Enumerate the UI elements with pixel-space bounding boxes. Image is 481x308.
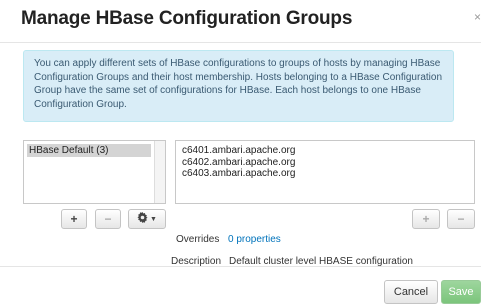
gear-icon xyxy=(137,212,148,226)
host-item[interactable]: c6401.ambari.apache.org xyxy=(182,145,468,157)
remove-group-button[interactable]: − xyxy=(95,209,121,229)
footer-divider xyxy=(0,266,481,267)
overrides-label: Overrides xyxy=(176,234,220,245)
config-group-list[interactable]: HBase Default (3) xyxy=(23,140,166,204)
chevron-down-icon: ▼ xyxy=(150,215,157,223)
save-button[interactable]: Save xyxy=(441,280,481,304)
config-group-item[interactable]: HBase Default (3) xyxy=(27,144,151,157)
add-group-button[interactable]: + xyxy=(61,209,87,229)
overrides-link[interactable]: 0 properties xyxy=(228,234,281,245)
host-item[interactable]: c6403.ambari.apache.org xyxy=(182,168,468,180)
host-item[interactable]: c6402.ambari.apache.org xyxy=(182,157,468,169)
add-host-button[interactable]: + xyxy=(412,209,440,229)
host-list[interactable]: c6401.ambari.apache.org c6402.ambari.apa… xyxy=(175,140,475,204)
remove-host-button[interactable]: − xyxy=(447,209,475,229)
header-divider xyxy=(0,42,481,43)
close-icon[interactable]: × xyxy=(474,10,481,24)
group-list-scrollbar[interactable] xyxy=(154,141,165,203)
info-alert: You can apply different sets of HBase co… xyxy=(23,50,454,122)
cancel-button[interactable]: Cancel xyxy=(384,280,438,304)
group-actions-button[interactable]: ▼ xyxy=(128,209,166,229)
dialog-title: Manage HBase Configuration Groups xyxy=(21,8,353,29)
